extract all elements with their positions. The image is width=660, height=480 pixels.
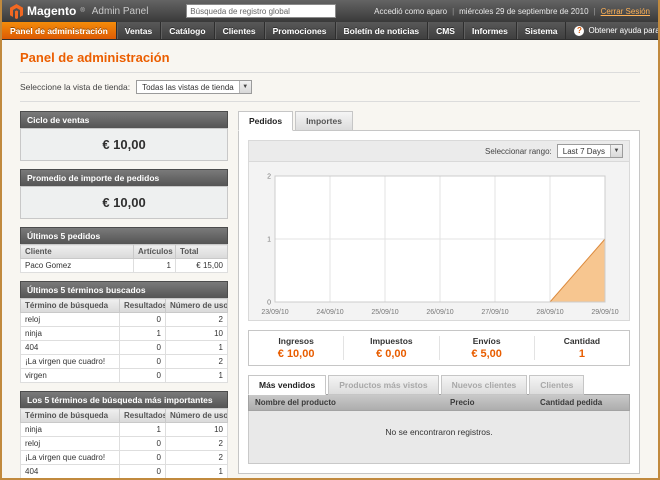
range-label: Seleccionar rango: <box>485 147 552 156</box>
panel-title: Últimos 5 pedidos <box>20 227 228 244</box>
range-select[interactable]: Last 7 Days ▼ <box>557 144 623 158</box>
last-search-table: Término de búsqueda Resultados Número de… <box>20 298 228 383</box>
dashboard-card: Seleccionar rango: Last 7 Days ▼ 0 1 2 23/0… <box>238 130 640 474</box>
table-row[interactable]: 404 0 1 <box>21 465 228 479</box>
chevron-down-icon: ▼ <box>610 145 622 157</box>
divider <box>20 72 640 73</box>
chevron-down-icon: ▼ <box>239 81 251 93</box>
table-row[interactable]: virgen 0 1 <box>21 369 228 383</box>
table-row[interactable]: ninja 1 10 <box>21 327 228 341</box>
nav-item-cms[interactable]: CMS <box>428 22 464 39</box>
table-row[interactable]: reloj 0 2 <box>21 437 228 451</box>
products-grid-header: Nombre del producto Precio Cantidad pedi… <box>248 394 630 411</box>
current-date: miércoles 29 de septiembre de 2010 <box>459 7 588 16</box>
stat-envios: Envíos € 5,00 <box>439 336 534 360</box>
tab-importes[interactable]: Importes <box>295 111 353 131</box>
magento-logo: Magento ® Admin Panel <box>10 4 148 19</box>
magento-logo-icon <box>10 4 23 19</box>
logo-subtitle: Admin Panel <box>92 6 149 17</box>
nav-item-boletin[interactable]: Boletín de noticias <box>336 22 429 39</box>
lifetime-sales-panel: Ciclo de ventas € 10,00 <box>20 111 228 161</box>
store-view-row: Seleccione la vista de tienda: Todas las… <box>20 80 640 94</box>
last-orders-panel: Últimos 5 pedidos Cliente Artículos Tota… <box>20 227 228 273</box>
panel-title: Los 5 términos de búsqueda más important… <box>20 391 228 408</box>
average-orders-panel: Promedio de importe de pedidos € 10,00 <box>20 169 228 219</box>
store-view-label: Seleccione la vista de tienda: <box>20 82 130 92</box>
help-icon: ? <box>574 26 584 36</box>
page-title: Panel de administración <box>20 50 640 65</box>
nav-item-catalogo[interactable]: Catálogo <box>161 22 214 39</box>
tab-mas-vendidos[interactable]: Más vendidos <box>248 375 326 395</box>
panel-title: Ciclo de ventas <box>20 111 228 128</box>
global-search-wrap <box>154 4 368 18</box>
table-row[interactable]: 404 0 1 <box>21 341 228 355</box>
stat-ingresos: Ingresos € 10,00 <box>249 336 343 360</box>
table-row[interactable]: ¡La virgen que cuadro! 0 2 <box>21 451 228 465</box>
nav-item-promociones[interactable]: Promociones <box>265 22 336 39</box>
content-area: Panel de administración Seleccione la vi… <box>2 40 658 478</box>
empty-records-message: No se encontraron registros. <box>248 411 630 464</box>
magento-admin-page: Magento ® Admin Panel Accedió como aparo… <box>0 0 660 480</box>
stat-impuestos: Impuestos € 0,00 <box>343 336 438 360</box>
svg-text:25/09/10: 25/09/10 <box>371 309 398 316</box>
tab-pedidos[interactable]: Pedidos <box>238 111 293 131</box>
stat-cantidad: Cantidad 1 <box>534 336 629 360</box>
lifetime-sales-value: € 10,00 <box>20 128 228 161</box>
top-header: Magento ® Admin Panel Accedió como aparo… <box>2 0 658 22</box>
dashboard-right-column: Pedidos Importes Seleccionar rango: Last… <box>238 111 640 474</box>
logo-trademark: ® <box>80 8 84 14</box>
svg-text:27/09/10: 27/09/10 <box>481 309 508 316</box>
table-row[interactable]: ninja 1 10 <box>21 423 228 437</box>
help-label: Obtener ayuda para esta página <box>588 26 660 35</box>
header-user-info: Accedió como aparo | miércoles 29 de sep… <box>374 7 650 16</box>
panel-title: Últimos 5 términos buscados <box>20 281 228 298</box>
panel-title: Promedio de importe de pedidos <box>20 169 228 186</box>
tab-nuevos-clientes[interactable]: Nuevos clientes <box>441 375 528 395</box>
svg-text:28/09/10: 28/09/10 <box>536 309 563 316</box>
svg-text:26/09/10: 26/09/10 <box>426 309 453 316</box>
chart-area: 0 1 2 23/09/10 24/09/10 25/09/10 26/09/10 27/09… <box>248 161 630 321</box>
svg-text:24/09/10: 24/09/10 <box>316 309 343 316</box>
products-grid: Nombre del producto Precio Cantidad pedi… <box>248 394 630 464</box>
nav-item-dashboard[interactable]: Panel de administración <box>2 22 117 39</box>
tab-productos-mas-vistos[interactable]: Productos más vistos <box>328 375 438 395</box>
nav-item-ventas[interactable]: Ventas <box>117 22 161 39</box>
top-search-table: Término de búsqueda Resultados Número de… <box>20 408 228 478</box>
table-row[interactable]: reloj 0 2 <box>21 313 228 327</box>
table-row[interactable]: ¡La virgen que cuadro! 0 2 <box>21 355 228 369</box>
svg-text:1: 1 <box>267 237 271 244</box>
nav-item-informes[interactable]: Informes <box>464 22 517 39</box>
last-search-panel: Últimos 5 términos buscados Término de b… <box>20 281 228 383</box>
svg-text:29/09/10: 29/09/10 <box>591 309 618 316</box>
divider <box>20 101 640 102</box>
nav-item-clientes[interactable]: Clientes <box>215 22 265 39</box>
svg-text:2: 2 <box>267 174 271 181</box>
orders-chart: 0 1 2 23/09/10 24/09/10 25/09/10 26/09/10 27/09… <box>257 168 621 318</box>
global-search-input[interactable] <box>186 4 336 18</box>
table-row[interactable]: Paco Gomez 1 € 15,00 <box>21 259 228 273</box>
logout-link[interactable]: Cerrar Sesión <box>601 7 650 16</box>
logo-text: Magento <box>27 4 76 18</box>
help-link[interactable]: ? Obtener ayuda para esta página <box>566 22 660 39</box>
orders-amounts-tabs: Pedidos Importes <box>238 111 640 131</box>
chart-toolbar: Seleccionar rango: Last 7 Days ▼ <box>248 140 630 161</box>
store-view-select[interactable]: Todas las vistas de tienda ▼ <box>136 80 252 94</box>
dashboard-left-column: Ciclo de ventas € 10,00 Promedio de impo… <box>20 111 228 478</box>
totals-bar: Ingresos € 10,00 Impuestos € 0,00 Envíos… <box>248 330 630 366</box>
svg-text:23/09/10: 23/09/10 <box>261 309 288 316</box>
products-tabs: Más vendidos Productos más vistos Nuevos… <box>248 375 630 395</box>
nav-item-sistema[interactable]: Sistema <box>517 22 567 39</box>
last-orders-table: Cliente Artículos Total Paco Gomez 1 € 1… <box>20 244 228 273</box>
main-nav: Panel de administración Ventas Catálogo … <box>2 22 658 40</box>
tab-clientes[interactable]: Clientes <box>529 375 584 395</box>
svg-text:0: 0 <box>267 300 271 307</box>
logged-in-text: Accedió como aparo <box>374 7 447 16</box>
average-orders-value: € 10,00 <box>20 186 228 219</box>
top-search-panel: Los 5 términos de búsqueda más important… <box>20 391 228 478</box>
